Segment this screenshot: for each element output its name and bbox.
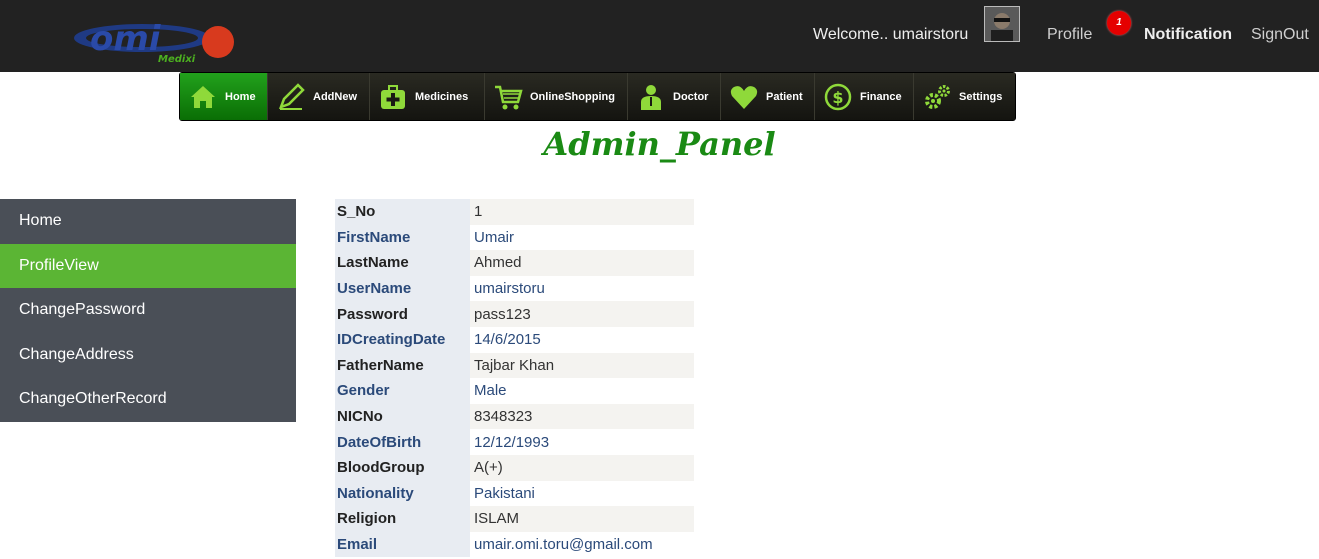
menu-item-doctor[interactable]: Doctor [628, 73, 721, 120]
field-label: S_No [335, 199, 470, 225]
field-label: FatherName [335, 352, 470, 379]
dollar-icon: $ [823, 82, 853, 112]
field-value: Ahmed [470, 250, 694, 276]
sidebar-item-profileview[interactable]: ProfileView [0, 243, 296, 289]
svg-text:$: $ [832, 88, 843, 107]
field-label: IDCreatingDate [335, 326, 470, 353]
main-menu: Home AddNew Medicines OnlineShopping Doc… [179, 72, 1016, 121]
sidebar-item-home[interactable]: Home [0, 199, 296, 244]
menu-item-medicines[interactable]: Medicines [370, 73, 485, 120]
table-row: NICNo 8348323 [335, 403, 694, 430]
sidebar-item-changeotherrecord[interactable]: ChangeOtherRecord [0, 377, 296, 422]
field-label: LastName [335, 250, 470, 276]
profile-table: S_No 1 FirstName Umair LastName Ahmed UserN… [335, 199, 694, 558]
table-row: Religion ISLAM [335, 506, 694, 532]
gears-icon [922, 82, 952, 112]
table-row: DateOfBirth 12/12/1993 [335, 429, 694, 455]
profile-link[interactable]: Profile [1047, 26, 1092, 44]
field-label: DateOfBirth [335, 429, 470, 455]
field-label: Password [335, 301, 470, 327]
table-row: Nationality Pakistani [335, 480, 694, 507]
doctor-icon [636, 82, 666, 112]
cart-icon [493, 82, 523, 112]
field-label: Gender [335, 378, 470, 404]
page-title: Admin_Panel [543, 125, 776, 163]
field-value: 1 [470, 199, 694, 225]
field-value: umair.omi.toru@gmail.com [470, 531, 694, 558]
logo-subtext: Medixi [158, 54, 196, 65]
menu-label: Finance [860, 90, 902, 103]
medkit-icon [378, 82, 408, 112]
table-row: Password pass123 [335, 301, 694, 327]
field-value: Pakistani [470, 480, 694, 507]
field-label: BloodGroup [335, 454, 470, 481]
field-value: pass123 [470, 301, 694, 327]
field-value: Male [470, 378, 694, 404]
field-value: 12/12/1993 [470, 429, 694, 455]
field-value: 8348323 [470, 403, 694, 430]
sidebar-item-changeaddress[interactable]: ChangeAddress [0, 333, 296, 378]
table-row: Email umair.omi.toru@gmail.com [335, 531, 694, 558]
menu-label: Home [225, 90, 256, 103]
top-bar: omi Medixi Welcome.. umairstoru Profile … [0, 0, 1319, 72]
pencil-icon [276, 82, 306, 112]
field-value: Umair [470, 224, 694, 251]
table-row: BloodGroup A(+) [335, 454, 694, 481]
table-row: UserName umairstoru [335, 275, 694, 302]
field-label: Religion [335, 506, 470, 532]
table-row: FatherName Tajbar Khan [335, 352, 694, 379]
welcome-message: Welcome.. umairstoru [813, 26, 969, 43]
field-label: Nationality [335, 480, 470, 507]
table-row: S_No 1 [335, 199, 694, 225]
sidebar-item-changepassword[interactable]: ChangePassword [0, 288, 296, 333]
app-logo[interactable]: omi Medixi [72, 16, 242, 68]
sidebar: Home ProfileView ChangePassword ChangeAd… [0, 199, 296, 422]
field-label: NICNo [335, 403, 470, 430]
menu-label: OnlineShopping [530, 90, 615, 103]
menu-label: Settings [959, 90, 1003, 103]
notification-link[interactable]: Notification [1144, 26, 1232, 44]
menu-label: Doctor [673, 90, 709, 103]
signout-link[interactable]: SignOut [1251, 26, 1309, 44]
menu-item-finance[interactable]: $ Finance [815, 73, 914, 120]
field-value: ISLAM [470, 506, 694, 532]
notification-count-badge[interactable]: 1 [1107, 11, 1131, 35]
heart-icon [729, 82, 759, 112]
menu-label: Medicines [415, 90, 469, 103]
field-label: Email [335, 531, 470, 558]
avatar[interactable] [984, 6, 1020, 42]
menu-item-home[interactable]: Home [180, 73, 268, 120]
menu-label: AddNew [313, 90, 357, 103]
field-label: FirstName [335, 224, 470, 251]
house-icon [188, 82, 218, 112]
field-value: 14/6/2015 [470, 326, 694, 353]
menu-label: Patient [766, 90, 803, 103]
table-row: FirstName Umair [335, 224, 694, 251]
menu-item-onlineshopping[interactable]: OnlineShopping [485, 73, 628, 120]
field-label: UserName [335, 275, 470, 302]
table-row: IDCreatingDate 14/6/2015 [335, 326, 694, 353]
menu-item-settings[interactable]: Settings [914, 73, 1015, 120]
field-value: umairstoru [470, 275, 694, 302]
logo-text: omi [90, 19, 162, 59]
field-value: A(+) [470, 454, 694, 481]
menu-item-addnew[interactable]: AddNew [268, 73, 370, 120]
table-row: LastName Ahmed [335, 250, 694, 276]
user-photo-icon [985, 7, 1019, 41]
table-row: Gender Male [335, 378, 694, 404]
field-value: Tajbar Khan [470, 352, 694, 379]
menu-item-patient[interactable]: Patient [721, 73, 815, 120]
